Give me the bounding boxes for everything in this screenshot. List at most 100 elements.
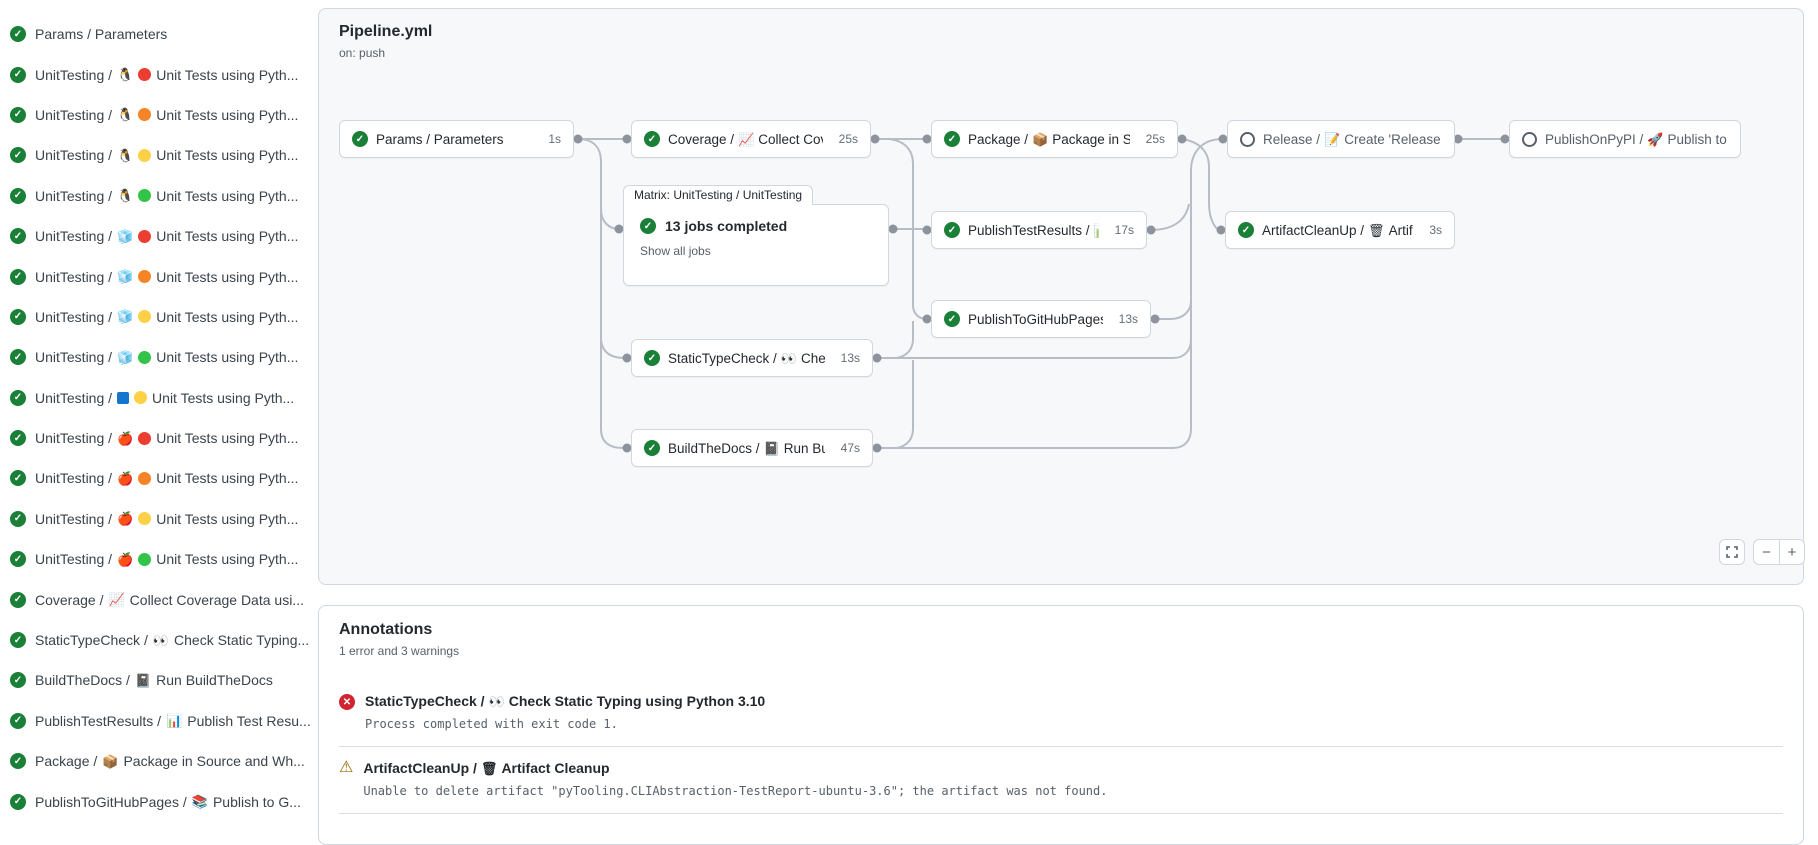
job-node-label: BuildTheDocs / 📓 Run Buil... bbox=[668, 441, 825, 456]
annotation-item-warning: ⚠ArtifactCleanUp / 🗑 Artifact CleanupUna… bbox=[339, 747, 1783, 814]
success-icon: ✓ bbox=[10, 107, 26, 123]
success-icon: ✓ bbox=[10, 390, 26, 406]
annotation-message: Process completed with exit code 1. bbox=[365, 717, 765, 731]
label-text: PublishTestResults / bbox=[968, 223, 1090, 238]
sidebar-job-item[interactable]: ✓PublishToGitHubPages / 📚 Publish to G..… bbox=[0, 781, 318, 821]
label-text: Unit Tests using Pyth... bbox=[156, 228, 298, 244]
sidebar-job-item[interactable]: ✓UnitTesting / 🍎 Unit Tests using Pyth..… bbox=[0, 539, 318, 579]
sidebar-job-item[interactable]: ✓PublishTestResults / 📊 Publish Test Res… bbox=[0, 701, 318, 741]
label-text: Unit Tests using Pyth... bbox=[156, 309, 298, 325]
job-node-artifactcleanup[interactable]: ✓ArtifactCleanUp / 🗑 Artifac...3s bbox=[1225, 211, 1455, 249]
sidebar-job-item[interactable]: ✓UnitTesting / 🐧 Unit Tests using Pyth..… bbox=[0, 95, 318, 135]
python-version-orange-dot bbox=[138, 108, 151, 121]
sidebar-job-item[interactable]: ✓UnitTesting / 🧊 Unit Tests using Pyth..… bbox=[0, 297, 318, 337]
sidebar-job-item[interactable]: ✓UnitTesting / 🧊 Unit Tests using Pyth..… bbox=[0, 337, 318, 377]
label-text: Unit Tests using Pyth... bbox=[156, 269, 298, 285]
label-text: Unit Tests using Pyth... bbox=[156, 188, 298, 204]
workflow-trigger: on: push bbox=[339, 46, 432, 60]
success-icon: ✓ bbox=[644, 440, 660, 456]
job-node-publishtestresults[interactable]: ✓PublishTestResults / 📊 Pu...17s bbox=[931, 211, 1147, 249]
sidebar-job-item[interactable]: ✓Coverage / 📈 Collect Coverage Data usi.… bbox=[0, 579, 318, 619]
label-text: ArtifactCleanUp / bbox=[363, 760, 477, 776]
sidebar-job-item[interactable]: ✓Params / Parameters bbox=[0, 14, 318, 54]
label-text: PublishToGitHubPages / bbox=[35, 794, 187, 810]
sidebar-job-item[interactable]: ✓UnitTesting / 🍎 Unit Tests using Pyth..… bbox=[0, 418, 318, 458]
wastebasket-icon: 🗑 bbox=[481, 762, 498, 775]
success-icon: ✓ bbox=[644, 350, 660, 366]
fullscreen-button[interactable] bbox=[1719, 539, 1745, 565]
sidebar-job-item[interactable]: ✓Package / 📦 Package in Source and Wh... bbox=[0, 741, 318, 781]
label-text: Unit Tests using Pyth... bbox=[156, 67, 298, 83]
label-text: UnitTesting / bbox=[35, 269, 112, 285]
ice-cube-icon: 🧊 bbox=[117, 351, 133, 364]
sidebar-job-label: PublishToGitHubPages / 📚 Publish to G... bbox=[35, 794, 301, 810]
package-icon: 📦 bbox=[1032, 133, 1048, 146]
windows-icon bbox=[117, 392, 129, 404]
job-duration: 17s bbox=[1107, 223, 1134, 237]
job-node-coverage[interactable]: ✓Coverage / 📈 Collect Cove...25s bbox=[631, 120, 871, 158]
label-text: Params / Parameters bbox=[376, 132, 504, 147]
sidebar-job-item[interactable]: ✓UnitTesting / Unit Tests using Pyth... bbox=[0, 378, 318, 418]
workflow-file-title: Pipeline.yml bbox=[339, 23, 432, 41]
ice-cube-icon: 🧊 bbox=[117, 310, 133, 323]
label-text: UnitTesting / bbox=[35, 349, 112, 365]
label-text: Chec... bbox=[801, 351, 825, 366]
job-list: ✓Params / Parameters✓UnitTesting / 🐧 Uni… bbox=[0, 0, 318, 815]
job-node-statictypecheck[interactable]: ✓StaticTypeCheck / 👀 Chec...13s bbox=[631, 339, 873, 377]
sidebar-job-item[interactable]: ✓UnitTesting / 🧊 Unit Tests using Pyth..… bbox=[0, 216, 318, 256]
job-node-params[interactable]: ✓Params / Parameters1s bbox=[339, 120, 574, 158]
label-text: UnitTesting / bbox=[35, 430, 112, 446]
sidebar-job-item[interactable]: ✓UnitTesting / 🧊 Unit Tests using Pyth..… bbox=[0, 256, 318, 296]
eyes-icon: 👀 bbox=[153, 634, 169, 647]
sidebar-job-item[interactable]: ✓UnitTesting / 🐧 Unit Tests using Pyth..… bbox=[0, 135, 318, 175]
matrix-group-tab[interactable]: Matrix: UnitTesting / UnitTesting bbox=[623, 185, 813, 205]
sidebar-job-item[interactable]: ✓BuildTheDocs / 📓 Run BuildTheDocs bbox=[0, 660, 318, 700]
notebook-icon: 📓 bbox=[135, 674, 151, 687]
job-node-package[interactable]: ✓ Package / 📦 Package in So... 25s bbox=[931, 120, 1178, 158]
sidebar-job-item[interactable]: ✓UnitTesting / 🍎 Unit Tests using Pyth..… bbox=[0, 499, 318, 539]
sidebar-job-item[interactable]: ✓UnitTesting / 🍎 Unit Tests using Pyth..… bbox=[0, 458, 318, 498]
job-node-label: PublishTestResults / 📊 Pu... bbox=[968, 223, 1099, 238]
job-node-label: Package / 📦 Package in So... bbox=[968, 132, 1130, 147]
macos-apple-icon: 🍎 bbox=[117, 472, 133, 485]
macos-apple-icon: 🍎 bbox=[117, 512, 133, 525]
label-text: Check Static Typing using Python 3.10 bbox=[509, 693, 765, 709]
job-duration: 25s bbox=[1138, 132, 1165, 146]
matrix-group-card[interactable]: ✓ 13 jobs completed Show all jobs bbox=[623, 204, 889, 286]
sidebar-job-item[interactable]: ✓UnitTesting / 🐧 Unit Tests using Pyth..… bbox=[0, 54, 318, 94]
job-node-buildthedocs[interactable]: ✓BuildTheDocs / 📓 Run Buil...47s bbox=[631, 429, 873, 467]
success-icon: ✓ bbox=[944, 131, 960, 147]
label-text: Collect Coverage Data usi... bbox=[130, 592, 304, 608]
wastebasket-icon: 🗑 bbox=[1368, 224, 1385, 237]
matrix-jobs-summary: 13 jobs completed bbox=[665, 218, 787, 234]
memo-icon: 📝 bbox=[1324, 133, 1340, 146]
success-icon: ✓ bbox=[10, 147, 26, 163]
zoom-out-button[interactable]: − bbox=[1754, 540, 1779, 564]
sidebar-job-item[interactable]: ✓UnitTesting / 🐧 Unit Tests using Pyth..… bbox=[0, 176, 318, 216]
label-text: Package / bbox=[968, 132, 1028, 147]
label-text: Unit Tests using Pyth... bbox=[156, 511, 298, 527]
job-node-release[interactable]: Release / 📝 Create 'Release P... bbox=[1227, 120, 1455, 158]
success-icon: ✓ bbox=[10, 349, 26, 365]
label-text: StaticTypeCheck / bbox=[365, 693, 485, 709]
show-all-jobs-link[interactable]: Show all jobs bbox=[640, 244, 872, 258]
job-node-publishtogithubpages[interactable]: ✓PublishToGitHubPages / 📚 ...13s bbox=[931, 300, 1151, 338]
annotation-job-link[interactable]: StaticTypeCheck / 👀 Check Static Typing … bbox=[365, 693, 765, 709]
label-text: UnitTesting / bbox=[35, 551, 112, 567]
zoom-in-button[interactable]: + bbox=[1779, 540, 1804, 564]
success-icon: ✓ bbox=[644, 131, 660, 147]
label-text: Run Buil... bbox=[784, 441, 825, 456]
annotation-job-link[interactable]: ArtifactCleanUp / 🗑 Artifact Cleanup bbox=[363, 760, 1107, 776]
sidebar-job-label: Coverage / 📈 Collect Coverage Data usi..… bbox=[35, 592, 304, 608]
success-icon: ✓ bbox=[10, 511, 26, 527]
label-text: Unit Tests using Pyth... bbox=[156, 430, 298, 446]
sidebar-job-item[interactable]: ✓StaticTypeCheck / 👀 Check Static Typing… bbox=[0, 620, 318, 660]
sidebar-job-label: UnitTesting / 🧊 Unit Tests using Pyth... bbox=[35, 309, 298, 325]
python-version-yellow-dot bbox=[134, 391, 147, 404]
label-text: Artifac... bbox=[1389, 223, 1414, 238]
python-version-green-dot bbox=[138, 553, 151, 566]
ice-cube-icon: 🧊 bbox=[117, 270, 133, 283]
job-node-publishonpypi[interactable]: PublishOnPyPI / 🚀 Publish to ... bbox=[1509, 120, 1741, 158]
success-icon: ✓ bbox=[10, 753, 26, 769]
bar-chart-icon: 📊 bbox=[1094, 224, 1099, 237]
